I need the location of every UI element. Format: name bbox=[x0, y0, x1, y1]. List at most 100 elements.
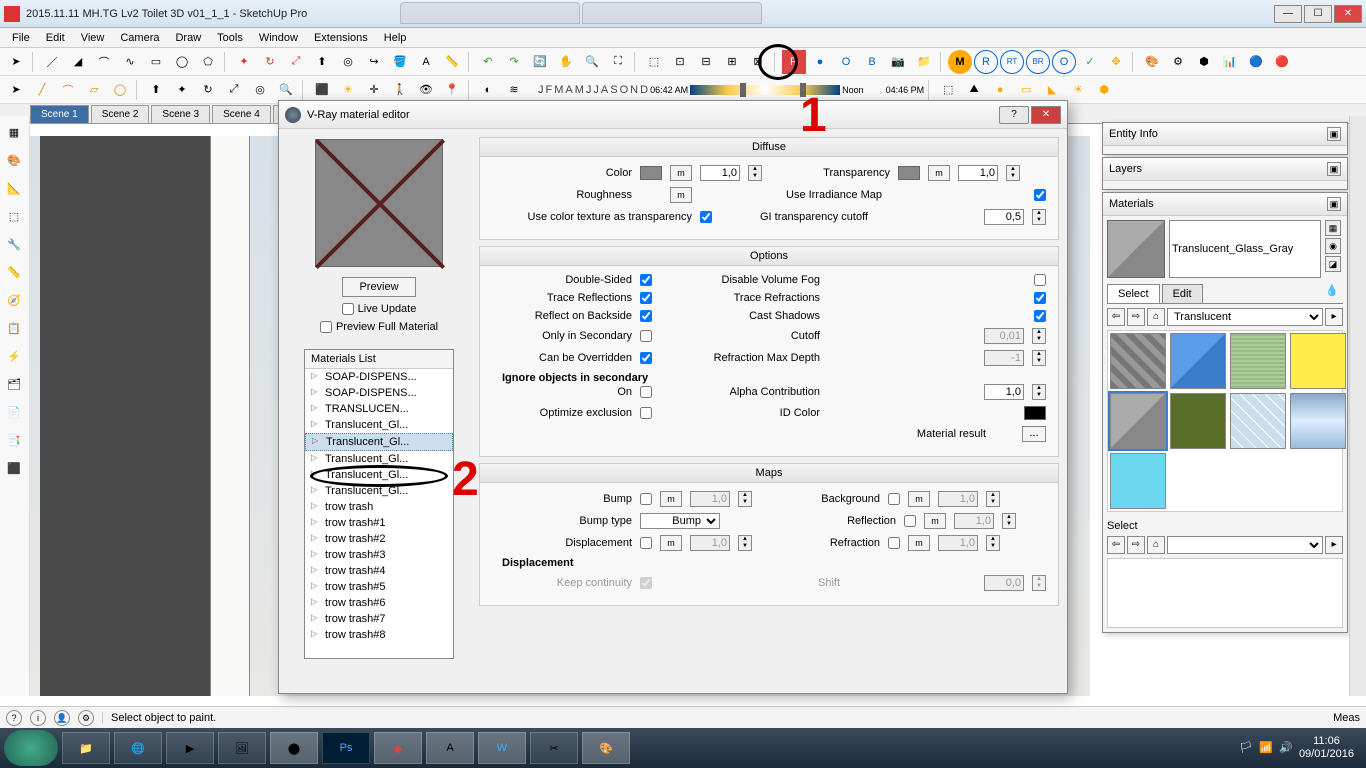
color-spinner[interactable]: ▲▼ bbox=[748, 165, 762, 181]
vray-fb-icon[interactable]: 📷 bbox=[886, 50, 910, 74]
large-tool-7-icon[interactable]: 🧭 bbox=[2, 288, 26, 312]
push-icon[interactable]: ⬆ bbox=[144, 78, 168, 102]
material-item[interactable]: trow trash bbox=[305, 499, 453, 515]
id-color-swatch[interactable] bbox=[1024, 406, 1046, 420]
displacement-value-input[interactable] bbox=[690, 535, 730, 551]
large-tool-5-icon[interactable]: 🔧 bbox=[2, 232, 26, 256]
use-irr-checkbox[interactable] bbox=[1034, 189, 1046, 201]
refraction-value-input[interactable] bbox=[938, 535, 978, 551]
material-thumb[interactable] bbox=[1230, 333, 1286, 389]
dialog-help-button[interactable]: ? bbox=[999, 106, 1029, 124]
back-face-icon[interactable]: ◪ bbox=[1325, 256, 1341, 272]
section-icon[interactable]: ⬛ bbox=[310, 78, 334, 102]
dialog-close-button[interactable]: ✕ bbox=[1031, 106, 1061, 124]
bg-map-button[interactable]: m bbox=[908, 491, 930, 507]
polygon-tool-icon[interactable]: ⬠ bbox=[196, 50, 220, 74]
bump-enable-checkbox[interactable] bbox=[640, 493, 652, 505]
word-icon[interactable]: W bbox=[478, 732, 526, 764]
nav2-home-icon[interactable]: ⌂ bbox=[1147, 536, 1165, 554]
menu-draw[interactable]: Draw bbox=[167, 30, 209, 46]
transparency-map-button[interactable]: m bbox=[928, 165, 950, 181]
diffuse-header[interactable]: Diffuse bbox=[480, 138, 1058, 157]
tray-network-icon[interactable]: 📶 bbox=[1259, 741, 1273, 755]
tape-tool-icon[interactable]: 📏 bbox=[440, 50, 464, 74]
preview-full-checkbox[interactable]: Preview Full Material bbox=[320, 321, 438, 333]
bg-enable-checkbox[interactable] bbox=[888, 493, 900, 505]
large-tool-1-icon[interactable]: ▦ bbox=[2, 120, 26, 144]
circle-tool-icon[interactable]: ◯ bbox=[170, 50, 194, 74]
double-sided-checkbox[interactable] bbox=[640, 274, 652, 286]
pushpull-tool-icon[interactable]: ⬆ bbox=[310, 50, 334, 74]
only-secondary-checkbox[interactable] bbox=[640, 330, 652, 342]
tray-flag-icon[interactable]: 🏳 bbox=[1239, 741, 1253, 755]
sketchup-icon[interactable]: ◆ bbox=[374, 732, 422, 764]
tray-volume-icon[interactable]: 🔊 bbox=[1279, 741, 1293, 755]
freehand-tool-icon[interactable]: ∿ bbox=[118, 50, 142, 74]
materials-close-icon[interactable]: ▣ bbox=[1327, 197, 1341, 211]
trace-refl-checkbox[interactable] bbox=[640, 292, 652, 304]
vray-check-icon[interactable]: ✓ bbox=[1078, 50, 1102, 74]
large-tool-2-icon[interactable]: 🎨 bbox=[2, 148, 26, 172]
draw-shape-icon[interactable]: ▱ bbox=[82, 78, 106, 102]
trace-refr-checkbox[interactable] bbox=[1034, 292, 1046, 304]
zoom-extents-icon[interactable]: ⛶ bbox=[606, 50, 630, 74]
current-material-swatch[interactable] bbox=[1107, 220, 1165, 278]
large-tool-13-icon[interactable]: ⬛ bbox=[2, 456, 26, 480]
color-map-button[interactable]: m bbox=[670, 165, 692, 181]
terrain-icon[interactable]: ⛰ bbox=[962, 78, 986, 102]
sun-icon[interactable]: ☀ bbox=[336, 78, 360, 102]
top-view-icon[interactable]: ⊡ bbox=[668, 50, 692, 74]
nav-home-icon[interactable]: ⌂ bbox=[1147, 308, 1165, 326]
bump-spinner[interactable]: ▲▼ bbox=[738, 491, 752, 507]
dome-light-icon[interactable]: ⬢ bbox=[1092, 78, 1116, 102]
menu-extensions[interactable]: Extensions bbox=[306, 30, 376, 46]
zoom-tool-icon[interactable]: 🔍 bbox=[580, 50, 604, 74]
maximize-button[interactable]: ☐ bbox=[1304, 5, 1332, 23]
disable-fog-checkbox[interactable] bbox=[1034, 274, 1046, 286]
reflection-map-button[interactable]: m bbox=[924, 513, 946, 529]
eyedropper-icon[interactable]: 💧 bbox=[1325, 284, 1343, 302]
bg-value-input[interactable] bbox=[938, 491, 978, 507]
shadow-icon[interactable]: ◐ bbox=[476, 78, 500, 102]
right-view-icon[interactable]: ⊞ bbox=[720, 50, 744, 74]
plugin-icon-4[interactable]: 📊 bbox=[1218, 50, 1242, 74]
refraction-enable-checkbox[interactable] bbox=[888, 537, 900, 549]
material-thumb[interactable] bbox=[1110, 453, 1166, 509]
media-player-icon[interactable]: ▶ bbox=[166, 732, 214, 764]
omni-light-icon[interactable]: ☀ bbox=[1066, 78, 1090, 102]
material-item[interactable]: trow trash#4 bbox=[305, 563, 453, 579]
viewport-scrollbar[interactable] bbox=[1349, 116, 1366, 696]
material-item[interactable]: SOAP-DISPENS... bbox=[305, 369, 453, 385]
offset-tool-icon[interactable]: ◎ bbox=[336, 50, 360, 74]
lib-menu-icon[interactable]: ▸ bbox=[1325, 308, 1343, 326]
fog-icon[interactable]: ≋ bbox=[502, 78, 526, 102]
vray-o-button-icon[interactable]: O bbox=[1052, 50, 1076, 74]
paint-app-icon[interactable]: 🎨 bbox=[582, 732, 630, 764]
material-thumb[interactable] bbox=[1290, 333, 1346, 389]
photo-viewer-icon[interactable]: 🖼 bbox=[218, 732, 266, 764]
plugin-icon-5[interactable]: 🔵 bbox=[1244, 50, 1268, 74]
material-item[interactable]: trow trash#6 bbox=[305, 595, 453, 611]
scale2-icon[interactable]: ⤢ bbox=[222, 78, 246, 102]
autocad-icon[interactable]: A bbox=[426, 732, 474, 764]
menu-help[interactable]: Help bbox=[376, 30, 415, 46]
walk-icon[interactable]: 🚶 bbox=[388, 78, 412, 102]
minimize-button[interactable]: — bbox=[1274, 5, 1302, 23]
gi-cutoff-input[interactable] bbox=[984, 209, 1024, 225]
vray-assets-icon[interactable]: 📁 bbox=[912, 50, 936, 74]
refraction-map-button[interactable]: m bbox=[908, 535, 930, 551]
position-icon[interactable]: 📍 bbox=[440, 78, 464, 102]
menu-view[interactable]: View bbox=[73, 30, 113, 46]
vray-br-button-icon[interactable]: BR bbox=[1026, 50, 1050, 74]
default-material-icon[interactable]: ◉ bbox=[1325, 238, 1341, 254]
large-tool-6-icon[interactable]: 📏 bbox=[2, 260, 26, 284]
material-item[interactable]: TRANSLUCEN... bbox=[305, 401, 453, 417]
material-item[interactable]: Translucent_Gl... bbox=[305, 417, 453, 433]
roughness-map-button[interactable]: m bbox=[670, 187, 692, 203]
arc-tool-icon[interactable]: ⌒ bbox=[92, 50, 116, 74]
undo-icon[interactable]: ↶ bbox=[476, 50, 500, 74]
material-item[interactable]: trow trash#3 bbox=[305, 547, 453, 563]
nav-fwd-icon[interactable]: ⇨ bbox=[1127, 308, 1145, 326]
menu-camera[interactable]: Camera bbox=[112, 30, 167, 46]
displacement-spinner[interactable]: ▲▼ bbox=[738, 535, 752, 551]
